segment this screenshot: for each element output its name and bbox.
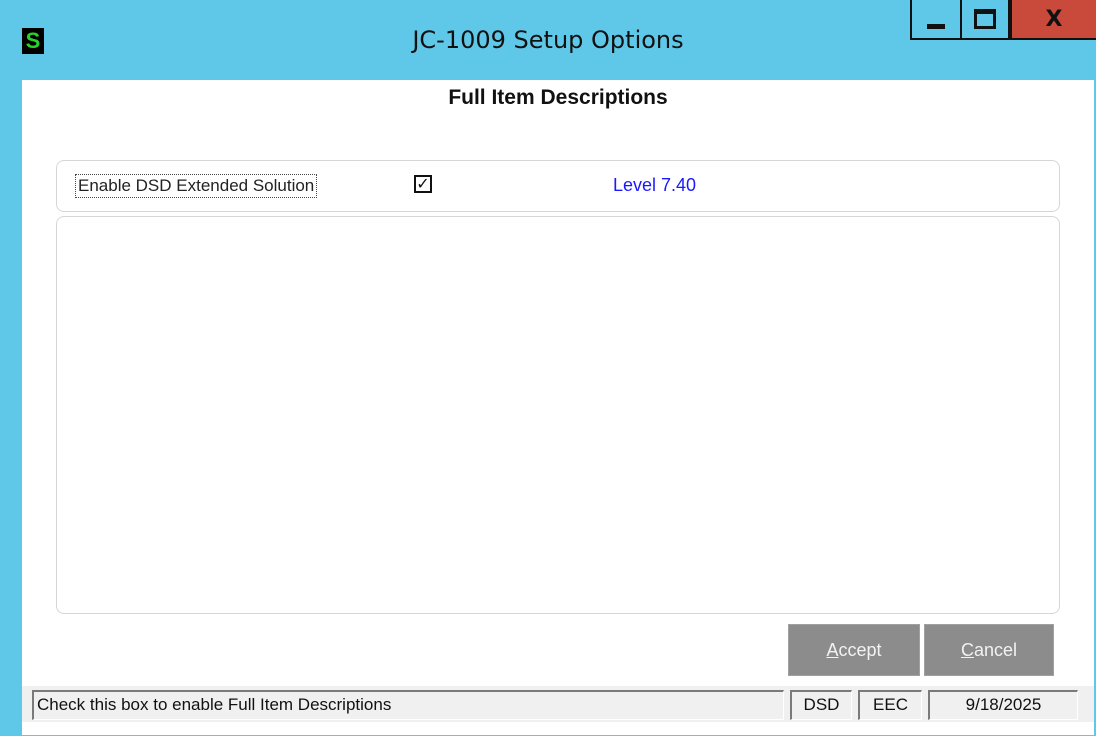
close-button[interactable]: X	[1010, 0, 1096, 40]
maximize-button[interactable]	[962, 0, 1010, 40]
enable-dsd-extended-checkbox[interactable]: ✓	[414, 175, 432, 193]
maximize-icon	[974, 9, 996, 29]
options-panel	[56, 216, 1060, 614]
dialog-body: Full Item Descriptions Enable DSD Extend…	[22, 80, 1094, 735]
page-title: Full Item Descriptions	[448, 86, 668, 109]
checkmark-icon: ✓	[416, 174, 430, 193]
status-message: Check this box to enable Full Item Descr…	[32, 690, 784, 720]
status-company: EEC	[858, 690, 922, 720]
cancel-button[interactable]: Cancel	[924, 624, 1054, 676]
accept-accelerator: A	[826, 639, 839, 660]
cancel-label-rest: ancel	[973, 639, 1018, 660]
cancel-accelerator: C	[960, 639, 974, 660]
accept-button[interactable]: Accept	[788, 624, 920, 676]
title-bar[interactable]: S JC-1009 Setup Options X	[0, 0, 1096, 80]
close-icon: X	[1045, 6, 1063, 32]
status-date: 9/18/2025	[928, 690, 1078, 720]
accept-label-rest: ccept	[838, 639, 882, 660]
setup-options-window: S JC-1009 Setup Options X Full Item Desc…	[0, 0, 1096, 736]
status-bar: Check this box to enable Full Item Descr…	[22, 686, 1094, 722]
minimize-icon	[927, 23, 945, 29]
status-module: DSD	[790, 690, 852, 720]
minimize-button[interactable]	[910, 0, 962, 40]
enable-dsd-extended-label[interactable]: Enable DSD Extended Solution	[74, 174, 318, 198]
enable-panel: Enable DSD Extended Solution ✓ Level 7.4…	[56, 160, 1060, 212]
level-text: Level 7.40	[613, 175, 697, 195]
